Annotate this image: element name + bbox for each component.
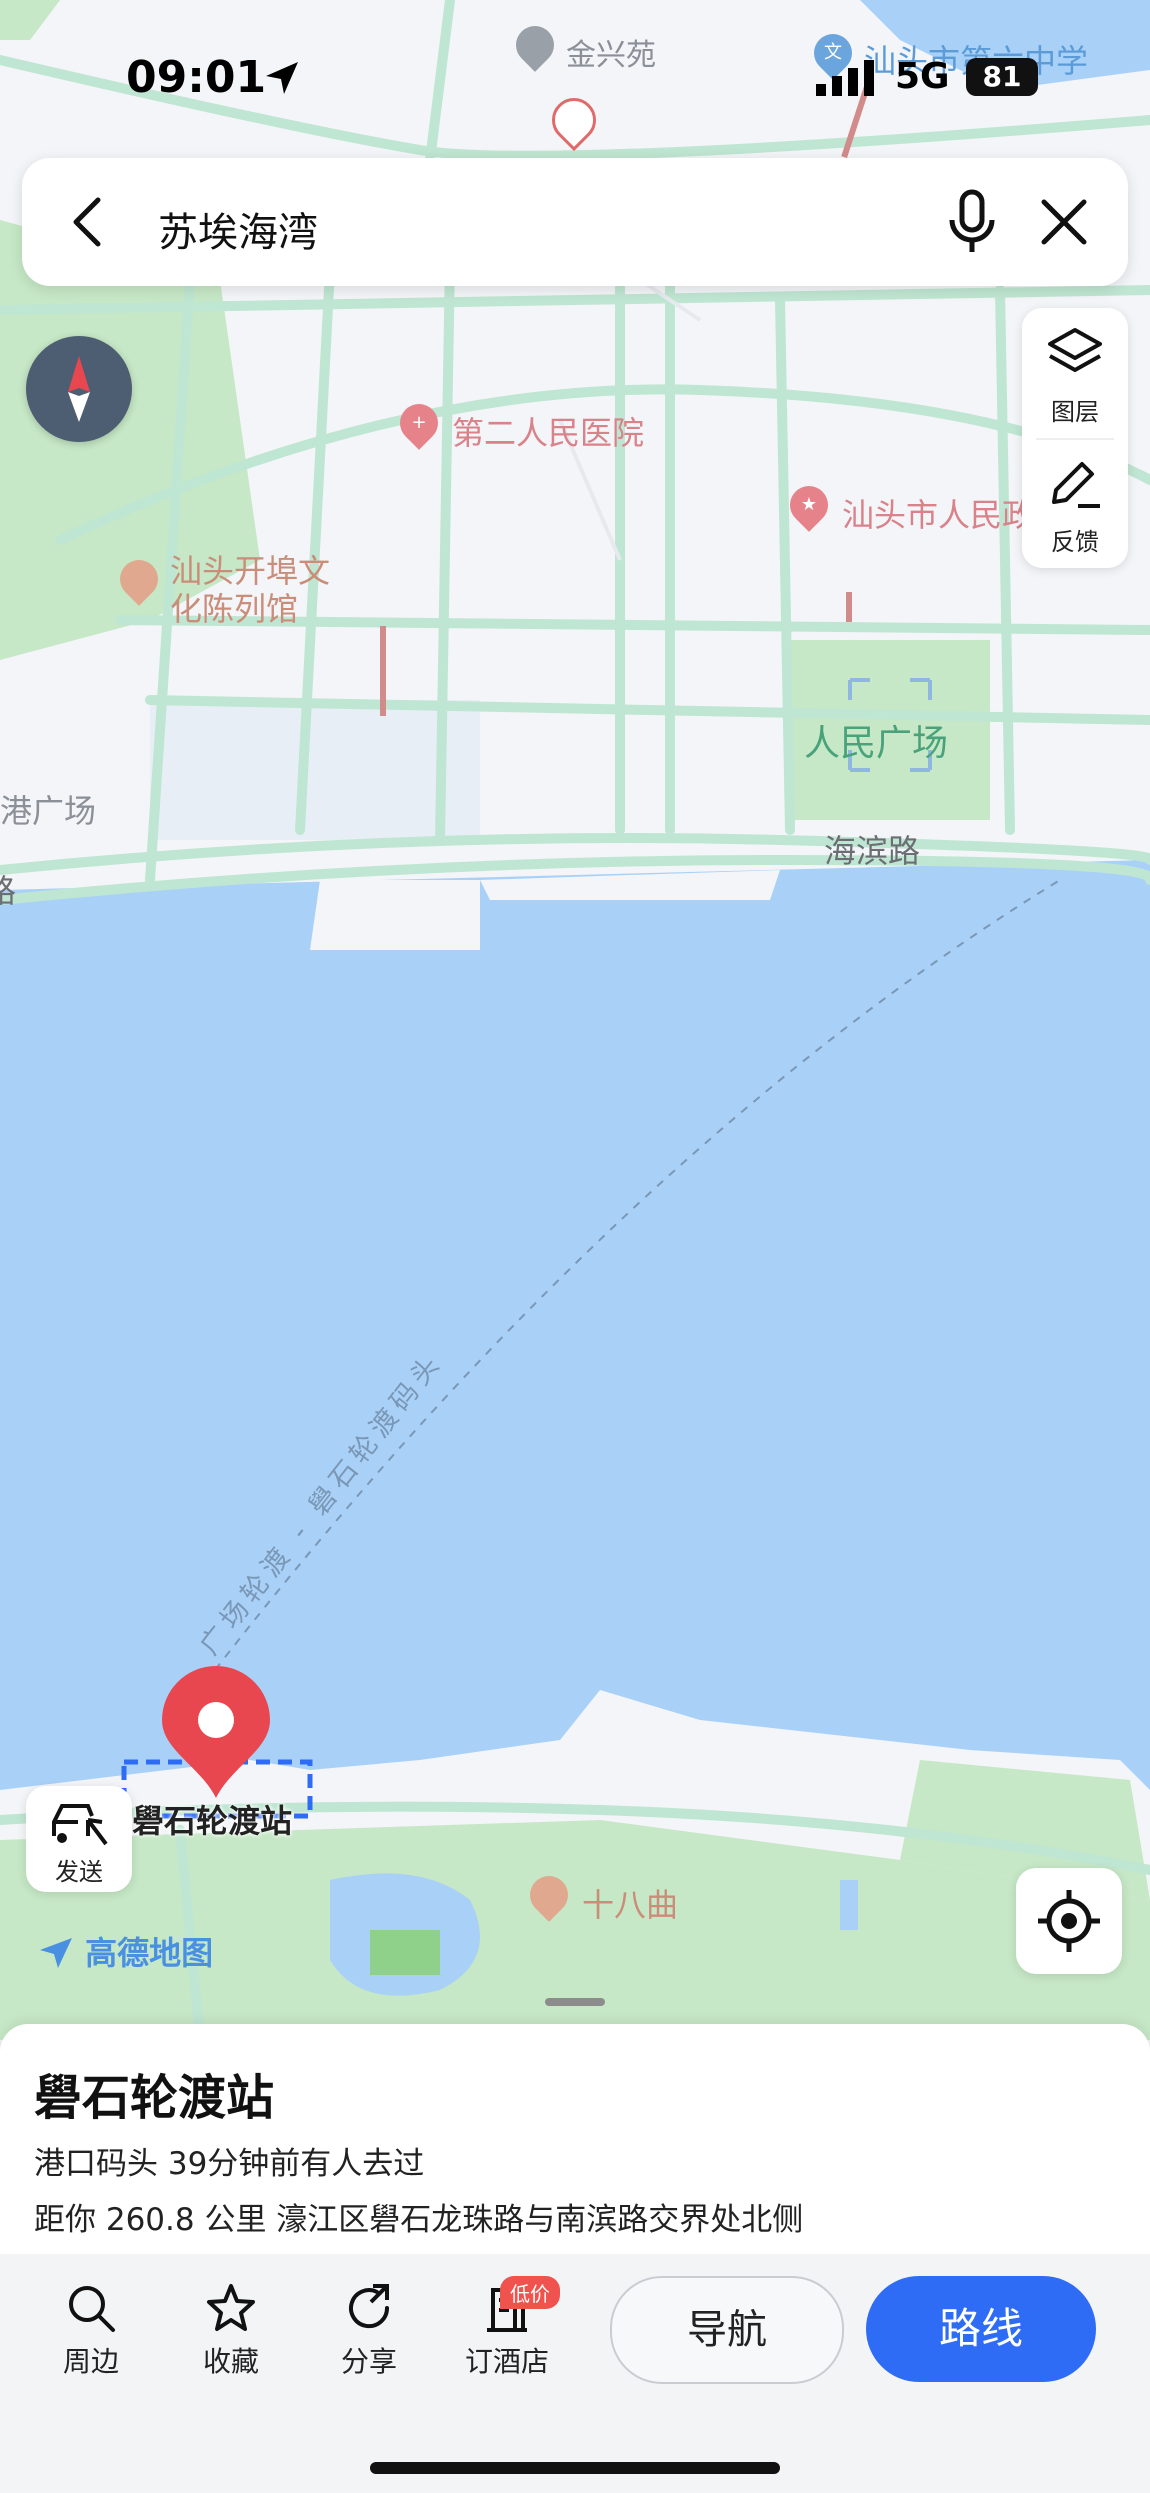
share-button[interactable]: 分享: [314, 2282, 424, 2380]
status-bar: 09:01 5G 81: [0, 0, 1150, 150]
sheet-grabber[interactable]: [545, 1998, 605, 2006]
poi-government[interactable]: 汕头市人民政: [842, 490, 1034, 536]
road-edge-label: 路: [0, 872, 17, 910]
place-title: 礐石轮渡站: [34, 2070, 275, 2126]
nearby-button[interactable]: 周边: [36, 2282, 146, 2380]
microphone-icon[interactable]: [940, 188, 1004, 256]
feedback-button[interactable]: 反馈: [1022, 438, 1128, 568]
favorite-label: 收藏: [202, 2345, 259, 2378]
layers-icon: [1048, 328, 1102, 372]
feedback-label: 反馈: [1051, 528, 1099, 556]
poi-museum-line2[interactable]: 化陈列馆: [170, 584, 298, 630]
map-canvas[interactable]: 金兴苑 文 汕头市第六中学 + 第二人民医院 ★ 汕头市人民政 汕头开埠文 化陈…: [0, 0, 1150, 2040]
road-haibin: 海滨路: [824, 832, 921, 870]
navigate-button[interactable]: 导航: [610, 2276, 844, 2384]
area-gang-square: 港广场: [0, 792, 97, 830]
compass-icon: [68, 356, 90, 422]
network-type: 5G: [895, 56, 950, 97]
favorite-button[interactable]: 收藏: [176, 2282, 286, 2380]
send-to-car-button[interactable]: 发送: [26, 1786, 132, 1892]
status-time: 09:01: [126, 52, 267, 103]
layers-button[interactable]: 图层: [1022, 308, 1128, 438]
search-bar[interactable]: 苏埃海湾: [22, 158, 1128, 286]
hotel-label: 订酒店: [464, 2345, 549, 2378]
search-query[interactable]: 苏埃海湾: [158, 200, 318, 258]
signal-icon: [816, 60, 874, 96]
brand-name: 高德地图: [85, 1934, 214, 1972]
place-category: 港口码头 39分钟前有人去过: [34, 2146, 425, 2182]
send-label: 发送: [55, 1858, 103, 1886]
edit-pencil-icon: [1052, 462, 1100, 508]
crosshair-icon: [1038, 1890, 1100, 1952]
nearby-label: 周边: [62, 2345, 119, 2378]
star-icon: [207, 2284, 255, 2331]
share-icon: [349, 2284, 390, 2329]
brand-logo: 高德地图: [38, 1928, 213, 1974]
share-label: 分享: [340, 2345, 397, 2378]
battery-indicator: 81: [966, 58, 1038, 96]
destination-label[interactable]: 礐石轮渡站: [132, 1796, 292, 1842]
close-icon[interactable]: [1034, 192, 1094, 252]
place-address: 距你 260.8 公里 濠江区礐石龙珠路与南滨路交界处北侧: [34, 2202, 804, 2238]
layers-label: 图层: [1051, 398, 1099, 426]
poi-shibaqu[interactable]: 十八曲: [582, 1880, 678, 1926]
car-send-icon: [52, 1804, 108, 1846]
back-arrow-icon[interactable]: [60, 192, 120, 252]
compass-button[interactable]: [26, 336, 132, 442]
search-icon: [69, 2286, 115, 2332]
locate-me-button[interactable]: [1016, 1868, 1122, 1974]
map-tools-panel: 图层 反馈: [1022, 308, 1128, 568]
poi-hospital2[interactable]: 第二人民医院: [452, 408, 644, 454]
area-people-square[interactable]: 人民广场: [804, 714, 948, 766]
route-button[interactable]: 路线: [866, 2276, 1096, 2382]
location-arrow-icon: [266, 62, 298, 94]
low-price-badge: 低价: [500, 2276, 560, 2309]
amap-logo-icon: [40, 1938, 72, 1968]
home-indicator: [370, 2462, 780, 2474]
